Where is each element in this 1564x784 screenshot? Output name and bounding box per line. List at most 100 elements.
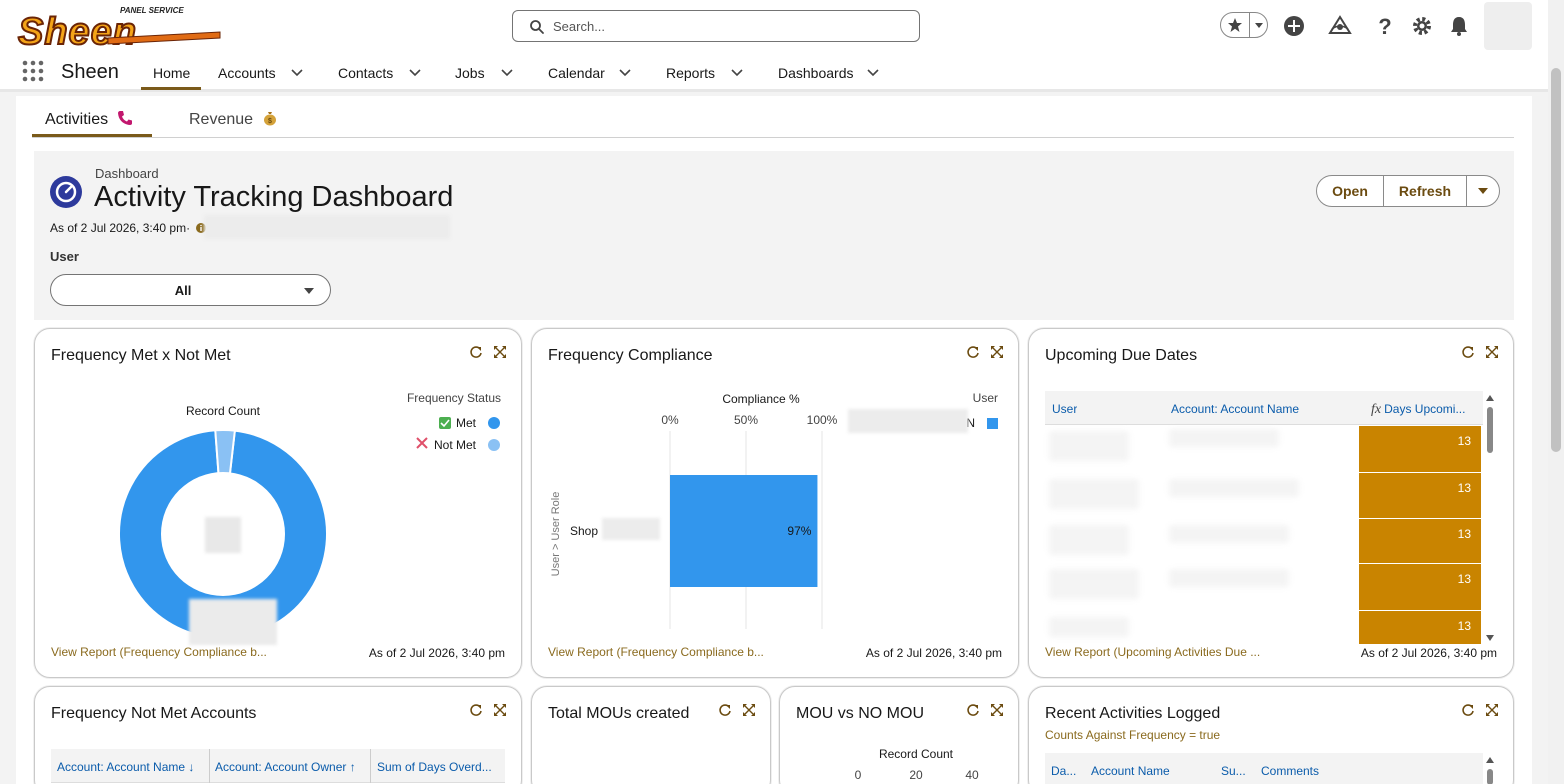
user-filter-value: All <box>174 283 192 298</box>
card-title: Upcoming Due Dates <box>1045 347 1198 364</box>
legend-item-not-met[interactable]: Not Met <box>416 437 500 452</box>
refresh-icon[interactable] <box>1461 703 1475 717</box>
card-title: Recent Activities Logged <box>1045 705 1221 722</box>
nav-item-home[interactable]: Home <box>153 65 190 81</box>
more-actions-button[interactable] <box>1467 176 1499 206</box>
table-scrollbar[interactable] <box>1483 755 1497 784</box>
tick-label: 50% <box>734 413 758 427</box>
table-row[interactable] <box>1049 569 1139 599</box>
bar-data-label: 97% <box>787 524 811 538</box>
column-header-account-name[interactable]: Account Name <box>1091 764 1170 778</box>
column-header-date[interactable]: Da... <box>1051 764 1081 778</box>
legend-item-met[interactable]: Met <box>439 416 500 430</box>
expand-icon[interactable] <box>493 703 507 717</box>
legend-swatch[interactable] <box>987 418 998 429</box>
refresh-button[interactable]: Refresh <box>1384 176 1467 206</box>
column-header-subject[interactable]: Su... <box>1221 764 1251 778</box>
app-nav-bar: Sheen Home Accounts Contacts Jobs Calend… <box>0 52 1548 92</box>
mou-bar-chart: Record Count 0 20 40 <box>855 747 979 782</box>
gear-icon[interactable] <box>1408 12 1436 40</box>
add-icon[interactable] <box>1280 12 1308 40</box>
column-header-account-name[interactable]: Account: Account Name ↓ <box>57 760 203 774</box>
dashboard-gauge-icon <box>50 176 82 208</box>
table-row[interactable] <box>1049 479 1139 509</box>
card-total-mous: Total MOUs created <box>531 686 771 784</box>
notifications-bell-icon[interactable] <box>1445 12 1473 40</box>
scroll-up-icon <box>1486 395 1494 401</box>
app-name: Sheen <box>61 61 119 83</box>
chevron-down-icon[interactable] <box>730 66 744 80</box>
nav-item-jobs[interactable]: Jobs <box>455 65 485 81</box>
chevron-down-icon[interactable] <box>500 66 514 80</box>
sheen-logo[interactable]: PANEL SERVICE Sheen <box>16 4 222 48</box>
chevron-down-icon[interactable] <box>408 66 422 80</box>
nav-item-contacts[interactable]: Contacts <box>338 65 393 81</box>
tab-activities[interactable]: Activities <box>45 110 133 129</box>
column-header-comments[interactable]: Comments <box>1261 764 1319 778</box>
search-input[interactable] <box>553 15 903 37</box>
view-report-link[interactable]: View Report (Frequency Compliance b... <box>51 645 267 659</box>
refresh-icon[interactable] <box>469 703 483 717</box>
column-header-account-owner[interactable]: Account: Account Owner ↑ <box>215 760 365 774</box>
card-title: Total MOUs created <box>548 705 690 722</box>
nav-active-indicator <box>141 87 201 90</box>
table-row[interactable] <box>1049 617 1129 637</box>
redacted-cell <box>1169 479 1299 497</box>
help-icon[interactable]: ? <box>1371 12 1399 40</box>
table-row[interactable] <box>1049 525 1129 555</box>
table-scrollbar[interactable] <box>1483 393 1497 643</box>
legend-swatch <box>488 439 500 451</box>
checkbox-icon <box>439 417 451 429</box>
dashboard-as-of: As of 2 Jul 2026, 3:40 pm· <box>50 221 191 235</box>
filter-label: User <box>50 249 79 264</box>
card-frequency-not-met-accounts: Frequency Not Met Accounts Account: Acco… <box>34 686 522 784</box>
refresh-icon[interactable] <box>1461 345 1475 359</box>
days-cell: 13 <box>1359 426 1481 473</box>
view-report-link[interactable]: View Report (Upcoming Activities Due ... <box>1045 645 1260 659</box>
card-filter-text: Counts Against Frequency = true <box>1045 728 1221 742</box>
dashboard-title: Activity Tracking Dashboard <box>94 181 454 213</box>
expand-icon[interactable] <box>742 703 756 717</box>
expand-icon[interactable] <box>1485 345 1499 359</box>
chevron-down-icon[interactable] <box>1249 13 1267 37</box>
view-report-link[interactable]: View Report (Frequency Compliance b... <box>548 645 764 659</box>
days-cell: 13 <box>1359 519 1481 564</box>
card-mou-vs-no-mou: MOU vs NO MOU Record Count 0 20 40 <box>779 686 1019 784</box>
favorites-button[interactable] <box>1220 12 1268 38</box>
nav-item-dashboards[interactable]: Dashboards <box>778 65 854 81</box>
legend-title: User <box>973 391 998 405</box>
column-header-days-upcoming[interactable]: fx Days Upcomi... <box>1371 402 1479 418</box>
nav-item-calendar[interactable]: Calendar <box>548 65 605 81</box>
tab-revenue[interactable]: Revenue $ <box>189 110 278 129</box>
star-icon[interactable] <box>1221 13 1249 37</box>
nav-item-accounts[interactable]: Accounts <box>218 65 276 81</box>
trailhead-icon[interactable] <box>1326 12 1354 40</box>
expand-icon[interactable] <box>1485 703 1499 717</box>
bar-chart: Compliance % 0% 50% 100% User > User Rol… <box>550 391 998 629</box>
chevron-down-icon[interactable] <box>866 66 880 80</box>
formula-icon: fx <box>1371 402 1382 417</box>
global-search[interactable] <box>512 10 920 42</box>
page-scrollbar[interactable] <box>1548 0 1564 784</box>
app-launcher-icon[interactable] <box>22 60 44 82</box>
user-avatar[interactable] <box>1484 2 1532 50</box>
column-header-user[interactable]: User <box>1052 402 1077 416</box>
column-header-sum-days-overdue[interactable]: Sum of Days Overd... <box>377 760 501 774</box>
open-button[interactable]: Open <box>1317 176 1384 206</box>
user-filter-select[interactable]: All <box>50 274 331 306</box>
table-header: Da... Account Name Su... Comments <box>1045 753 1483 784</box>
chevron-down-icon <box>304 288 314 294</box>
chevron-down-icon[interactable] <box>290 66 304 80</box>
table-header: Account: Account Name ↓ Account: Account… <box>51 749 505 783</box>
card-recent-activities: Recent Activities Logged Counts Against … <box>1028 686 1514 784</box>
column-header-account-name[interactable]: Account: Account Name <box>1171 402 1299 416</box>
chevron-down-icon[interactable] <box>618 66 632 80</box>
redacted-legend <box>848 409 968 433</box>
redacted-cell <box>1169 525 1289 543</box>
table-row[interactable] <box>1049 431 1129 461</box>
scrollbar-thumb[interactable] <box>1551 68 1561 452</box>
column-divider <box>370 749 371 783</box>
refresh-icon[interactable] <box>718 703 732 717</box>
tick-label: 0% <box>661 413 679 427</box>
nav-item-reports[interactable]: Reports <box>666 65 715 81</box>
